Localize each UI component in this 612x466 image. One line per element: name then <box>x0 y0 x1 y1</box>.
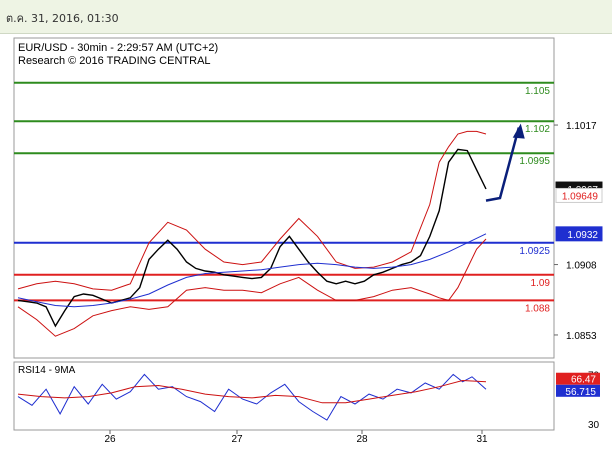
chart-title: EUR/USD - 30min - 2:29:57 AM (UTC+2) <box>18 42 218 54</box>
x-tick-label-2: 28 <box>356 434 368 445</box>
level-label-1: 1.102 <box>525 124 550 135</box>
rsi-tag-label-1: 56.715 <box>565 387 596 398</box>
price-tag-label-1: 1.09649 <box>562 191 599 202</box>
y-tick-label-1: 1.0908 <box>566 261 597 272</box>
level-label-2: 1.0995 <box>519 156 550 167</box>
level-label-4: 1.09 <box>531 278 551 289</box>
price-tag-label-2: 1.0932 <box>567 230 598 241</box>
x-tick-label-0: 26 <box>104 434 116 445</box>
x-tick-label-3: 31 <box>476 434 488 445</box>
level-label-5: 1.088 <box>525 303 550 314</box>
rsi-title: RSI14 - 9MA <box>18 365 76 376</box>
chart-subtitle: Research © 2016 TRADING CENTRAL <box>18 55 211 67</box>
rsi-tag-label-0: 66.47 <box>571 375 596 386</box>
price-panel: 1.105 1.102 1.0995 1.0925 1.09 1.088 1.1017 1.… <box>13 37 603 359</box>
x-axis: 26 27 28 31 <box>104 430 488 445</box>
rsi-panel: 703066.4756.715 RSI14 - 9MA <box>13 361 600 431</box>
price-plot-area <box>13 37 555 359</box>
y-tick-label-2: 1.0853 <box>566 331 597 342</box>
y-tick-label-0: 1.1017 <box>566 121 597 132</box>
level-label-3: 1.0925 <box>519 246 550 257</box>
rsi-tick-label-1: 30 <box>588 420 600 431</box>
x-tick-label-1: 27 <box>231 434 243 445</box>
level-label-0: 1.105 <box>525 86 550 97</box>
chart-canvas: 1.105 1.102 1.0995 1.0925 1.09 1.088 1.1017 1.… <box>13 37 603 445</box>
